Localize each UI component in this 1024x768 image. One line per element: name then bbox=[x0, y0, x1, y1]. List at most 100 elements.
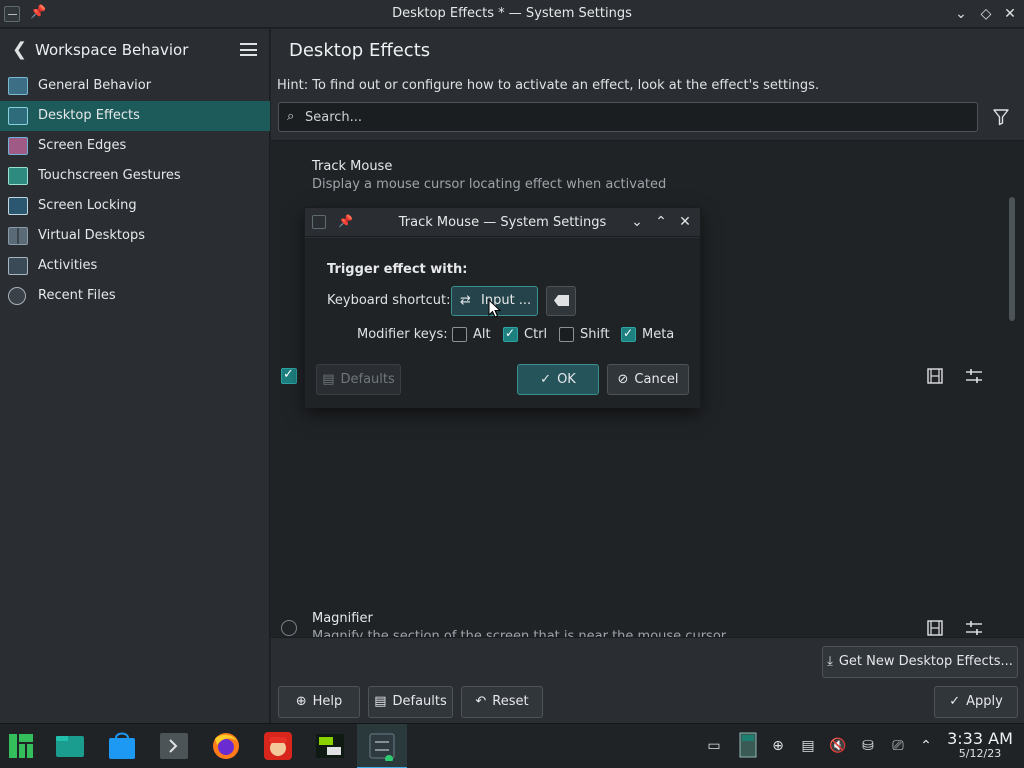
video-preview-icon[interactable] bbox=[926, 367, 944, 385]
help-label: Help bbox=[312, 694, 343, 709]
video-preview-icon[interactable] bbox=[926, 619, 944, 637]
help-button[interactable]: ⊕ Help bbox=[278, 686, 360, 718]
shift-checkbox[interactable] bbox=[559, 327, 574, 342]
get-new-effects-label: Get New Desktop Effects... bbox=[838, 654, 1013, 669]
mario-game-icon[interactable] bbox=[263, 731, 293, 761]
configure-sliders-icon[interactable] bbox=[965, 367, 983, 385]
maximize-icon[interactable]: ⌃ bbox=[652, 213, 670, 231]
alt-checkbox[interactable] bbox=[452, 327, 467, 342]
window-title: Desktop Effects * — System Settings bbox=[392, 6, 632, 21]
ctrl-checkbox[interactable] bbox=[503, 326, 518, 342]
sidebar: ❮ Workspace Behavior General Behavior De… bbox=[0, 29, 270, 723]
configure-sliders-icon[interactable] bbox=[965, 619, 983, 637]
effect-description-track-mouse: Display a mouse cursor locating effect w… bbox=[312, 177, 667, 192]
general-behavior-icon bbox=[8, 77, 28, 95]
magnifier-radio[interactable] bbox=[281, 620, 297, 636]
system-settings-taskbar-button[interactable] bbox=[357, 724, 407, 768]
ok-label: OK bbox=[557, 372, 576, 387]
file-manager-icon[interactable] bbox=[55, 731, 85, 761]
minimize-icon[interactable]: ⌄ bbox=[951, 4, 971, 24]
desktop-effects-icon bbox=[8, 107, 28, 125]
check-icon: ✓ bbox=[540, 372, 552, 387]
download-icon: ⤓ bbox=[827, 654, 833, 669]
defaults-button[interactable]: ▤ Defaults bbox=[368, 686, 453, 718]
clear-shortcut-button[interactable] bbox=[546, 286, 576, 316]
maximize-icon[interactable]: ◇ bbox=[976, 4, 996, 24]
dialog-titlebar: 📌 Track Mouse — System Settings ⌄ ⌃ ✕ bbox=[305, 208, 700, 237]
sidebar-item-screen-edges[interactable]: Screen Edges bbox=[0, 131, 270, 161]
dialog-defaults-label: Defaults bbox=[340, 372, 395, 387]
close-icon[interactable]: ✕ bbox=[676, 213, 694, 231]
tray-expand-icon[interactable]: ⌃ bbox=[917, 737, 935, 755]
system-settings-app-icon[interactable] bbox=[4, 6, 20, 22]
scrollbar[interactable] bbox=[1009, 197, 1015, 321]
activities-icon bbox=[8, 257, 28, 275]
search-input[interactable]: ⌕ Search... bbox=[278, 102, 978, 132]
configure-shortcut-icon: ⇄ bbox=[460, 293, 471, 308]
track-mouse-enable-checkbox[interactable] bbox=[281, 367, 297, 384]
meta-checkbox[interactable] bbox=[621, 326, 636, 342]
hamburger-menu-icon[interactable] bbox=[240, 43, 257, 56]
clipboard-notes-icon[interactable] bbox=[739, 732, 757, 758]
minimize-icon[interactable]: ⌄ bbox=[628, 213, 646, 231]
sidebar-item-desktop-effects[interactable]: Desktop Effects bbox=[0, 101, 270, 131]
dialog-defaults-button[interactable]: ▤ Defaults bbox=[316, 364, 401, 395]
get-new-effects-button[interactable]: ⤓ Get New Desktop Effects... bbox=[822, 646, 1018, 678]
sidebar-item-activities[interactable]: Activities bbox=[0, 251, 270, 281]
apply-button[interactable]: ✓ Apply bbox=[934, 686, 1018, 718]
clock-icon bbox=[8, 287, 26, 305]
game-app-icon[interactable] bbox=[315, 731, 345, 761]
update-icon[interactable]: ⊕ bbox=[769, 737, 787, 755]
cancel-label: Cancel bbox=[634, 372, 679, 387]
reset-label: Reset bbox=[492, 694, 529, 709]
sidebar-item-label: Screen Edges bbox=[38, 138, 127, 153]
sidebar-item-label: Recent Files bbox=[38, 288, 116, 303]
sidebar-item-touchscreen-gestures[interactable]: Touchscreen Gestures bbox=[0, 161, 270, 191]
keyboard-shortcut-label: Keyboard shortcut: bbox=[327, 293, 451, 308]
track-mouse-dialog: 📌 Track Mouse — System Settings ⌄ ⌃ ✕ Tr… bbox=[304, 207, 701, 408]
document-icon: ▤ bbox=[322, 372, 335, 387]
sidebar-item-label: Screen Locking bbox=[38, 198, 137, 213]
firefox-icon[interactable] bbox=[211, 731, 241, 761]
sidebar-item-recent-files[interactable]: Recent Files bbox=[0, 281, 270, 311]
discover-store-icon[interactable] bbox=[107, 731, 137, 761]
system-settings-icon bbox=[369, 733, 395, 761]
cancel-button[interactable]: ⊘ Cancel bbox=[607, 364, 689, 395]
network-icon[interactable]: ⎚ bbox=[889, 737, 907, 755]
mouse-cursor-icon bbox=[488, 299, 502, 318]
sidebar-header: ❮ Workspace Behavior bbox=[0, 29, 270, 71]
sidebar-title: Workspace Behavior bbox=[35, 41, 189, 59]
undo-icon: ↶ bbox=[475, 694, 487, 709]
meta-label: Meta bbox=[642, 327, 675, 342]
document-icon: ▤ bbox=[374, 694, 387, 709]
pin-icon[interactable]: 📌 bbox=[30, 5, 46, 20]
volume-muted-icon[interactable]: 🔇 bbox=[829, 737, 847, 755]
clock[interactable]: 3:33 AM 5/12/23 bbox=[944, 729, 1016, 760]
check-icon: ✓ bbox=[949, 694, 961, 709]
shift-label: Shift bbox=[580, 327, 610, 342]
screen-locking-icon bbox=[8, 197, 28, 215]
apply-label: Apply bbox=[966, 694, 1003, 709]
back-arrow-icon[interactable]: ❮ bbox=[12, 39, 27, 60]
filter-icon[interactable] bbox=[991, 107, 1011, 127]
clock-time: 3:33 AM bbox=[947, 729, 1013, 748]
alt-label: Alt bbox=[473, 327, 491, 342]
terminal-icon[interactable] bbox=[159, 731, 189, 761]
manjaro-menu-icon[interactable] bbox=[6, 731, 36, 761]
backspace-icon bbox=[554, 295, 569, 306]
sidebar-item-general-behavior[interactable]: General Behavior bbox=[0, 71, 270, 101]
ok-button[interactable]: ✓ OK bbox=[517, 364, 599, 395]
close-icon[interactable]: ✕ bbox=[1000, 4, 1020, 24]
modifier-keys-label: Modifier keys: bbox=[357, 327, 448, 342]
show-desktop-icon[interactable]: ▭ bbox=[705, 737, 723, 755]
reset-button[interactable]: ↶ Reset bbox=[461, 686, 543, 718]
clipboard-icon[interactable]: ▤ bbox=[799, 737, 817, 755]
taskbar: ▭ ⊕ ▤ 🔇 ⛁ ⎚ ⌃ 3:33 AM 5/12/23 bbox=[0, 723, 1024, 768]
clock-date: 5/12/23 bbox=[958, 747, 1002, 760]
sidebar-item-virtual-desktops[interactable]: Virtual Desktops bbox=[0, 221, 270, 251]
search-icon: ⌕ bbox=[287, 109, 295, 124]
defaults-label: Defaults bbox=[392, 694, 447, 709]
usb-device-icon[interactable]: ⛁ bbox=[859, 737, 877, 755]
sidebar-item-label: General Behavior bbox=[38, 78, 152, 93]
sidebar-item-screen-locking[interactable]: Screen Locking bbox=[0, 191, 270, 221]
